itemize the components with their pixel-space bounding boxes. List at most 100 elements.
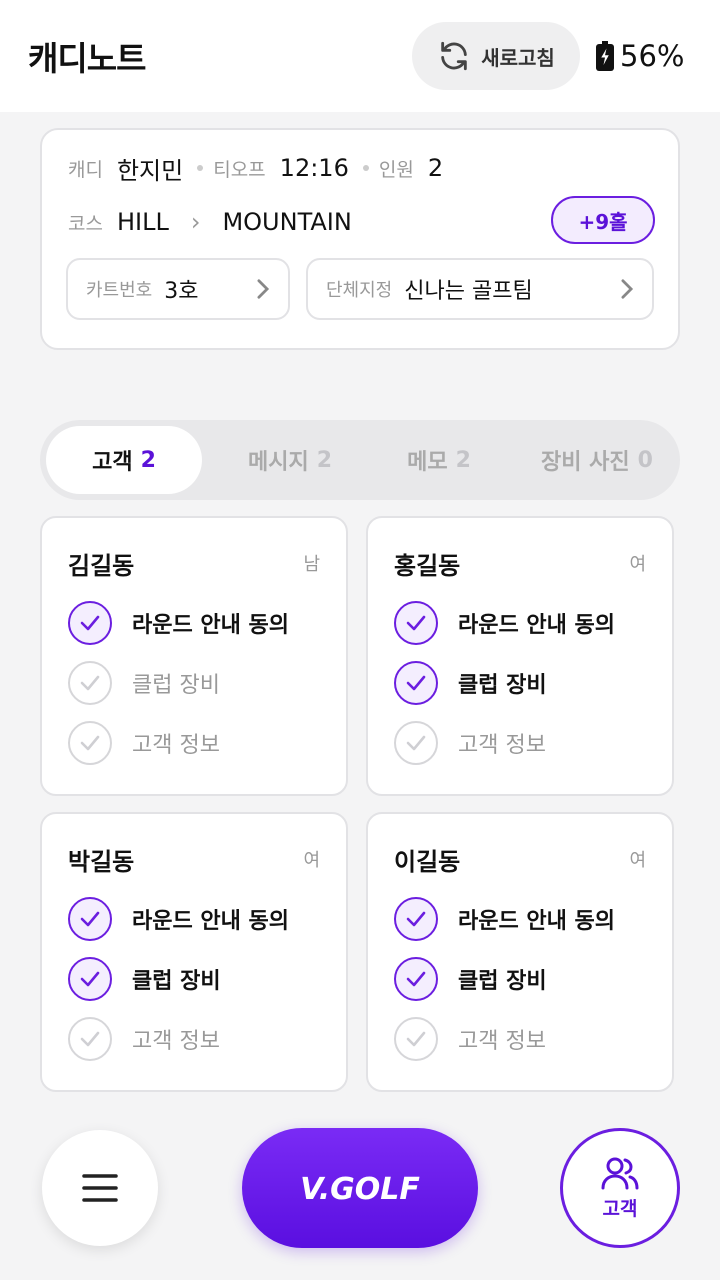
vgolf-home-button[interactable]: V.GOLF [242, 1128, 478, 1248]
tab-messages[interactable]: 메시지 2 [212, 426, 368, 494]
checklist-label: 클럽 장비 [132, 969, 221, 994]
checklist-item[interactable]: 클럽 장비 [68, 956, 221, 1002]
battery-status: 56% [596, 34, 684, 78]
tab-count: 2 [140, 447, 156, 473]
tab-bar: 고객 2 메시지 2 메모 2 장비 사진 0 [40, 420, 680, 500]
checklist-item[interactable]: 클럽 장비 [68, 660, 220, 706]
customer-button[interactable]: 고객 [560, 1128, 680, 1248]
checklist-item[interactable]: 라운드 안내 동의 [68, 896, 289, 942]
checklist-label: 고객 정보 [132, 1029, 220, 1054]
users-icon [601, 1157, 639, 1189]
checklist-item[interactable]: 고객 정보 [68, 720, 220, 766]
tab-equipment-photos[interactable]: 장비 사진 0 [518, 426, 676, 494]
checklist-label: 라운드 안내 동의 [458, 613, 615, 638]
customer-gender: 여 [303, 850, 320, 871]
customer-name: 김길동 [68, 552, 135, 580]
check-icon [394, 721, 438, 765]
checklist-label: 고객 정보 [132, 733, 220, 758]
checklist-label: 라운드 안내 동의 [458, 909, 615, 934]
tab-label: 장비 사진 [541, 450, 630, 475]
course-from: HILL [116, 208, 169, 236]
players-count: 2 [427, 154, 444, 182]
checklist-item[interactable]: 클럽 장비 [394, 660, 547, 706]
round-summary-row: 캐디 한지민 티오프 12:16 인원 2 [68, 148, 443, 188]
customer-button-label: 고객 [602, 1197, 638, 1220]
battery-percent: 56% [620, 39, 685, 73]
checklist-label: 라운드 안내 동의 [132, 909, 289, 934]
tab-customers[interactable]: 고객 2 [46, 426, 202, 494]
chevron-right-icon: › [190, 208, 201, 236]
checklist-label: 고객 정보 [458, 733, 546, 758]
teeoff-label: 티오프 [213, 158, 266, 181]
checklist-item[interactable]: 라운드 안내 동의 [394, 896, 615, 942]
group-selector[interactable]: 단체지정 신나는 골프팀 [306, 258, 654, 320]
checklist-item[interactable]: 고객 정보 [68, 1016, 220, 1062]
group-label: 단체지정 [326, 280, 393, 301]
customer-card[interactable]: 이길동 여라운드 안내 동의클럽 장비고객 정보 [366, 812, 674, 1092]
customer-name: 박길동 [68, 848, 135, 876]
checklist-item[interactable]: 고객 정보 [394, 720, 546, 766]
check-icon [394, 601, 438, 645]
players-label: 인원 [378, 158, 414, 181]
check-icon [394, 897, 438, 941]
customer-card[interactable]: 홍길동 여라운드 안내 동의클럽 장비고객 정보 [366, 516, 674, 796]
tab-label: 메시지 [247, 450, 309, 475]
group-value: 신나는 골프팀 [404, 279, 533, 304]
caddie-name: 한지민 [116, 156, 184, 185]
checklist-item[interactable]: 라운드 안내 동의 [394, 600, 615, 646]
course-row: 코스 HILL › MOUNTAIN [68, 202, 352, 242]
separator-dot [362, 165, 369, 171]
check-icon [68, 897, 112, 941]
check-icon [68, 957, 112, 1001]
course-to: MOUNTAIN [222, 208, 352, 236]
check-icon [68, 601, 112, 645]
menu-icon [82, 1174, 118, 1202]
chevron-right-icon [621, 279, 634, 299]
customer-card[interactable]: 박길동 여라운드 안내 동의클럽 장비고객 정보 [40, 812, 348, 1092]
checklist-label: 클럽 장비 [458, 969, 547, 994]
teeoff-time: 12:16 [279, 154, 349, 182]
checklist-label: 클럽 장비 [458, 673, 547, 698]
checklist-item[interactable]: 라운드 안내 동의 [68, 600, 289, 646]
course-label: 코스 [68, 212, 103, 235]
checklist-label: 라운드 안내 동의 [132, 613, 289, 638]
cart-number-selector[interactable]: 카트번호 3호 [66, 258, 290, 320]
checklist-item[interactable]: 고객 정보 [394, 1016, 546, 1062]
menu-button[interactable] [42, 1130, 158, 1246]
tab-count: 0 [637, 447, 653, 473]
vgolf-logo: V.GOLF [300, 1172, 420, 1206]
refresh-button[interactable]: 새로고침 [412, 22, 580, 90]
check-icon [68, 721, 112, 765]
cart-label: 카트번호 [86, 280, 153, 301]
cart-value: 3호 [164, 279, 199, 304]
checklist-label: 클럽 장비 [132, 673, 220, 698]
check-icon [394, 661, 438, 705]
tab-count: 2 [455, 447, 471, 473]
customer-gender: 여 [629, 850, 646, 871]
check-icon [68, 661, 112, 705]
customer-name: 이길동 [394, 848, 461, 876]
battery-icon [596, 41, 614, 71]
check-icon [394, 1017, 438, 1061]
extra-holes-button[interactable]: +9홀 [551, 196, 655, 244]
tab-memo[interactable]: 메모 2 [374, 426, 504, 494]
customer-gender: 여 [629, 554, 646, 575]
top-bar: 캐디노트 새로고침 56% [0, 0, 720, 112]
tab-label: 메모 [407, 450, 448, 475]
tab-label: 고객 [92, 450, 133, 475]
customer-gender: 남 [303, 554, 320, 575]
customer-name: 홍길동 [394, 552, 461, 580]
caddie-label: 캐디 [68, 158, 103, 181]
separator-dot [197, 165, 204, 171]
check-icon [68, 1017, 112, 1061]
customer-card[interactable]: 김길동 남라운드 안내 동의클럽 장비고객 정보 [40, 516, 348, 796]
svg-text:V.GOLF: V.GOLF [300, 1172, 420, 1206]
round-info-card: 캐디 한지민 티오프 12:16 인원 2 코스 HILL › MOUNTAIN… [40, 128, 680, 350]
refresh-icon [441, 41, 467, 71]
checklist-label: 고객 정보 [458, 1029, 546, 1054]
refresh-label: 새로고침 [481, 45, 555, 70]
checklist-item[interactable]: 클럽 장비 [394, 956, 547, 1002]
app-title: 캐디노트 [28, 39, 146, 78]
check-icon [394, 957, 438, 1001]
chevron-right-icon [257, 279, 270, 299]
